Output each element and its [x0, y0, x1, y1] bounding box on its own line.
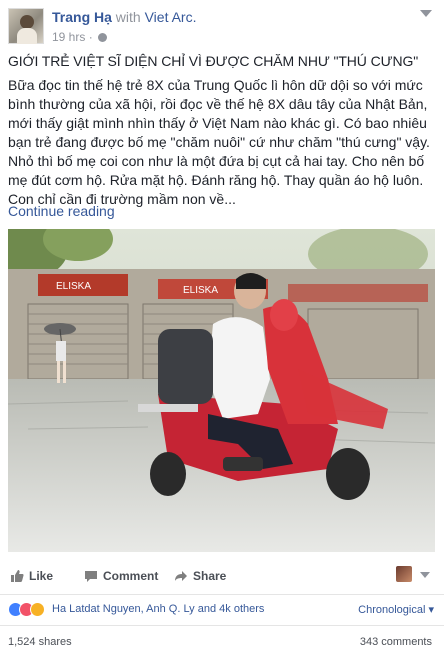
continue-reading-link[interactable]: Continue reading — [8, 203, 115, 219]
reaction-names[interactable]: Ha Latdat Nguyen, Anh Q. Ly and 4k other… — [52, 603, 264, 615]
flooded-street-photo: ELISKA ELISKA — [8, 229, 435, 552]
post-header: Trang Hạ with Viet Arc. 19 hrs · — [8, 8, 436, 44]
comments-count[interactable]: 343 comments — [360, 636, 432, 648]
post-actions-bar: Like Comment Share — [8, 566, 436, 590]
chevron-down-icon[interactable] — [420, 572, 430, 578]
divider — [0, 625, 444, 626]
post-title: GIỚI TRẺ VIỆT SĨ DIỆN CHỈ VÌ ĐƯỢC CHĂM N… — [8, 53, 419, 69]
avatar-body — [17, 28, 37, 44]
post-options-chevron-icon[interactable] — [420, 10, 432, 17]
post-paragraph-1: Bữa đọc tin thế hệ trẻ 8X của Trung Quốc… — [8, 77, 430, 150]
commenter-avatar[interactable] — [396, 566, 412, 582]
post-paragraph-2: Nhỏ thì bố mẹ coi con như là một đứa bị … — [8, 153, 425, 207]
comment-button[interactable]: Comment — [84, 569, 158, 583]
reactions-summary: Ha Latdat Nguyen, Anh Q. Ly and 4k other… — [8, 602, 436, 618]
share-button[interactable]: Share — [174, 569, 226, 583]
author-line: Trang Hạ with Viet Arc. — [52, 9, 196, 25]
comment-sort-dropdown[interactable]: Chronological ▾ — [358, 603, 434, 616]
comment-sort-label: Chronological — [358, 604, 426, 616]
shop-sign-left: ELISKA — [56, 281, 91, 292]
sad-reaction-icon[interactable] — [30, 602, 45, 617]
like-button[interactable]: Like — [10, 569, 53, 583]
share-label: Share — [193, 569, 227, 583]
post-time[interactable]: 19 hrs — [52, 30, 85, 44]
globe-icon — [98, 33, 108, 42]
tagged-page-name[interactable]: Viet Arc. — [145, 9, 197, 25]
divider — [0, 594, 444, 595]
like-label: Like — [29, 569, 54, 583]
shares-count[interactable]: 1,524 shares — [8, 636, 72, 648]
post-photo[interactable]: ELISKA ELISKA — [8, 229, 435, 552]
author-avatar[interactable] — [8, 8, 44, 44]
comment-icon — [85, 571, 97, 582]
share-arrow-icon — [175, 571, 187, 581]
post-meta: 19 hrs · — [52, 30, 108, 44]
author-name[interactable]: Trang Hạ — [52, 9, 112, 25]
thumbs-up-icon — [11, 570, 24, 582]
shop-sign-right: ELISKA — [183, 285, 218, 296]
with-text: with — [115, 9, 141, 25]
comment-label: Comment — [103, 569, 159, 583]
avatar-head — [20, 15, 34, 29]
